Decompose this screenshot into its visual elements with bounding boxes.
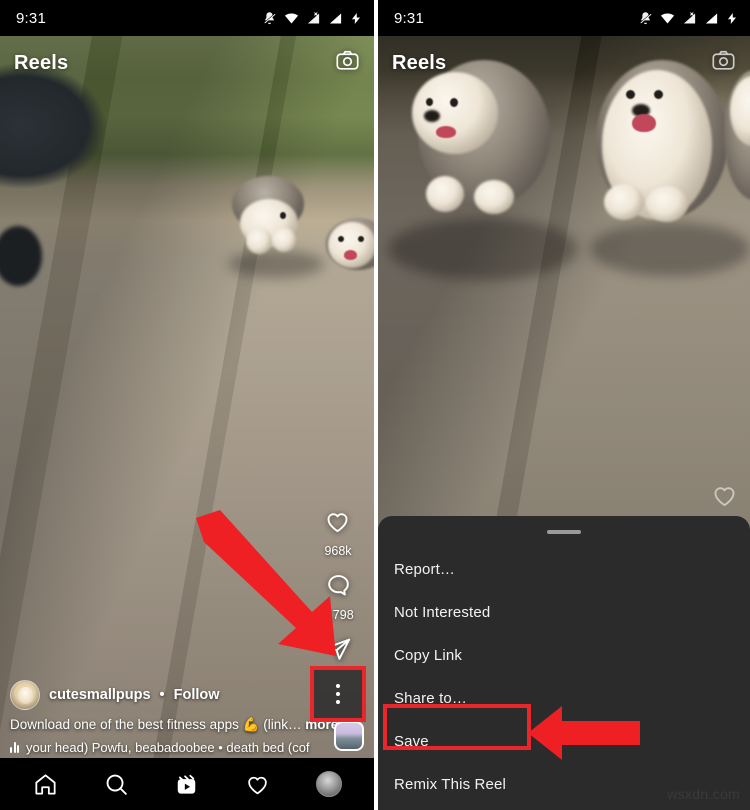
signal-no-sim-icon [307,11,320,23]
dog-tongue [632,114,656,132]
dog-shadow [228,250,324,278]
separator-dot: • [159,687,165,704]
nav-activity[interactable] [233,759,283,809]
dog-paw [604,184,644,220]
dog-head-2 [328,222,374,268]
status-time: 9:31 [394,9,424,27]
dog-paw [474,180,514,214]
annotation-arrow-down-right [196,510,336,656]
watermark: wsxdn.com [667,786,740,802]
screenshot-stage: 9:31 Reels 968k 9,798 cutesmallpups • Fo… [0,0,750,810]
dog-eye [426,98,433,106]
dog-paw-1 [246,228,272,254]
dot [336,700,340,704]
camera-icon[interactable] [335,48,360,78]
dog-paw-2 [272,228,296,252]
caption-text: Download one of the best fitness apps 💪 … [10,717,302,733]
battery-charging-icon [352,12,360,24]
menu-item-label: Report… [394,561,456,578]
menu-item-report[interactable]: Report… [378,548,750,591]
dog-tongue [436,126,456,138]
menu-item-not-interested[interactable]: Not Interested [378,591,750,634]
battery-charging-icon [728,12,736,24]
page-title: Reels [392,51,447,74]
bottom-nav-bar [0,758,374,810]
signal-icon [329,13,342,23]
dog-nose [424,110,440,122]
wifi-icon [284,13,299,23]
dog-eye [654,90,663,99]
nav-home[interactable] [20,759,70,809]
nav-profile[interactable] [304,759,354,809]
reels-header-right: Reels [378,42,750,84]
nav-search[interactable] [91,759,141,809]
audio-row[interactable]: your head) Powfu, beabadoobee • death be… [10,740,364,755]
dog-paw [646,186,688,222]
avatar[interactable] [10,680,40,711]
bell-muted-icon [640,11,652,24]
annotation-arrow-left [528,706,640,760]
more-options-button[interactable] [310,666,366,722]
dog-eye [626,90,635,99]
status-bar-right: 9:31 [378,0,750,36]
status-bar-left: 9:31 [0,0,374,36]
left-phone-panel: 9:31 Reels 968k 9,798 cutesmallpups • Fo… [0,0,374,810]
like-button[interactable] [711,482,738,514]
status-icons [262,11,362,26]
right-phone-panel: 9:31 Reels Report… Not Interested Copy L… [378,0,750,810]
dog-eye [280,212,286,219]
audio-icon [10,742,19,753]
nav-reels[interactable] [162,759,212,809]
menu-item-label: Share to… [394,690,468,707]
signal-icon [705,13,718,23]
status-time: 9:31 [16,9,46,27]
dog-shadow [590,222,750,276]
dot [336,692,340,696]
camera-icon[interactable] [711,48,736,78]
audio-title: your head) Powfu, beabadoobee • death be… [26,740,310,755]
drag-handle[interactable] [547,530,581,534]
dog-tongue [344,250,357,260]
dog-eye [338,236,344,242]
signal-no-sim-icon [683,11,696,23]
status-icons [638,11,738,26]
menu-item-label: Not Interested [394,604,491,621]
menu-item-label: Save [394,733,429,750]
options-bottom-sheet: Report… Not Interested Copy Link Share t… [378,516,750,810]
dog-eye [450,98,458,107]
car-wheel [0,226,42,286]
menu-item-label: Copy Link [394,647,463,664]
page-title: Reels [14,51,69,74]
audio-album-thumbnail[interactable] [334,721,364,751]
dot [336,684,340,688]
menu-item-copy-link[interactable]: Copy Link [378,634,750,677]
dog-paw [426,176,464,212]
dog-eye [358,236,364,242]
options-list: Report… Not Interested Copy Link Share t… [378,548,750,806]
wifi-icon [660,13,675,23]
dog-shadow [388,218,578,280]
follow-button[interactable]: Follow [174,687,220,703]
reels-header-left: Reels [0,42,374,84]
menu-item-label: Remix This Reel [394,776,507,793]
profile-avatar [315,771,342,797]
bell-muted-icon [264,11,276,24]
username[interactable]: cutesmallpups [49,687,151,703]
